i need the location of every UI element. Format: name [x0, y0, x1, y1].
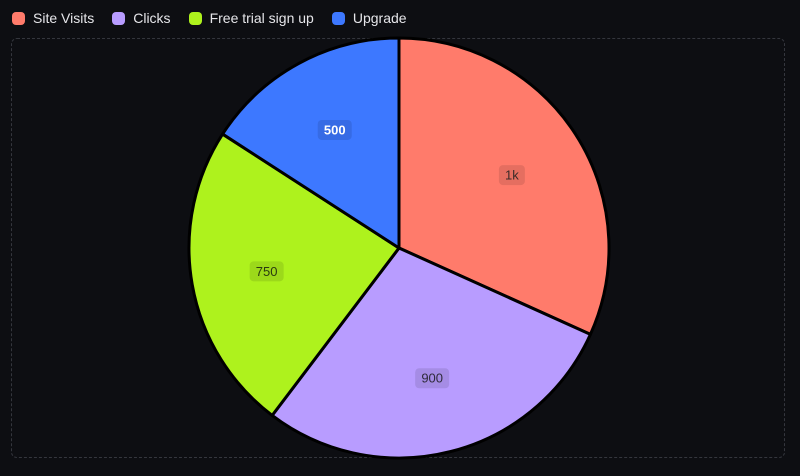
data-label-text: 750 — [256, 264, 278, 279]
data-label-clicks: 900 — [415, 368, 450, 389]
data-label-free-trial-sign-up: 750 — [249, 261, 284, 282]
data-label-text: 900 — [421, 371, 443, 386]
data-label-site-visits: 1k — [498, 165, 525, 186]
pie-chart: 1k 900 750 500 — [187, 36, 611, 460]
pie-slices — [187, 36, 611, 460]
data-label-text: 500 — [324, 122, 346, 137]
data-label-text: 1k — [505, 168, 519, 183]
data-label-upgrade: 500 — [317, 119, 352, 140]
